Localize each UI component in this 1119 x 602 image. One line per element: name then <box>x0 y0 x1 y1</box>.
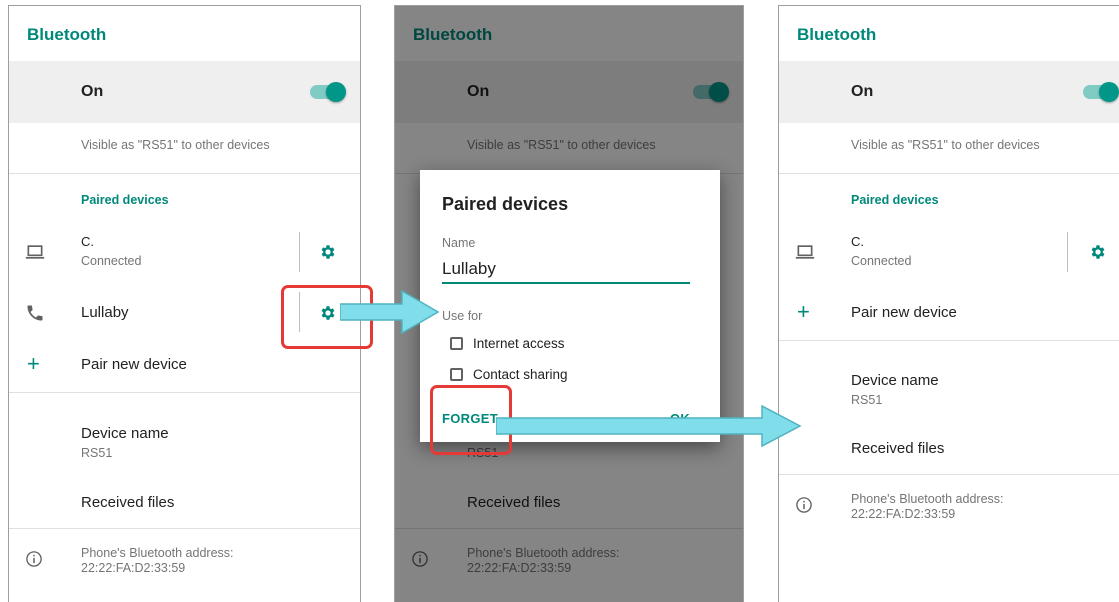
paired-device-row[interactable]: C. Connected <box>9 226 360 278</box>
bluetooth-toggle-row[interactable]: On <box>9 61 360 123</box>
vertical-separator <box>299 232 300 272</box>
device-name-value: RS51 <box>851 393 883 407</box>
divider <box>779 340 1119 341</box>
internet-access-checkbox-row[interactable]: Internet access <box>450 336 565 351</box>
device-name-title: Device name <box>81 425 169 442</box>
phone-icon <box>27 305 43 321</box>
app-bar: Bluetooth <box>9 6 360 61</box>
paired-devices-header: Paired devices <box>851 193 939 207</box>
arrow-right-icon <box>340 289 440 335</box>
visible-as-text: Visible as "RS51" to other devices <box>851 138 1040 152</box>
received-files-row[interactable]: Received files <box>779 424 1119 474</box>
plus-icon: + <box>27 351 40 376</box>
page-title: Bluetooth <box>797 25 877 44</box>
bluetooth-toggle-row[interactable]: On <box>779 61 1119 123</box>
gear-icon[interactable] <box>1089 243 1107 261</box>
pair-new-device-row[interactable]: + Pair new device <box>779 288 1119 338</box>
address-row: Phone's Bluetooth address: 22:22:FA:D2:3… <box>779 482 1119 538</box>
address-value: 22:22:FA:D2:33:59 <box>851 507 956 521</box>
page-title: Bluetooth <box>27 25 107 44</box>
pair-new-device-label: Pair new device <box>81 356 187 373</box>
info-icon <box>796 497 812 513</box>
divider <box>9 392 360 393</box>
received-files-row[interactable]: Received files <box>9 478 360 528</box>
divider <box>9 528 360 529</box>
received-files-label: Received files <box>81 494 175 511</box>
screen-bluetooth-after: Bluetooth On Visible as "RS51" to other … <box>778 5 1119 602</box>
address-value: 22:22:FA:D2:33:59 <box>81 561 186 575</box>
device-name-row[interactable]: Device name RS51 <box>9 411 360 467</box>
divider <box>9 173 360 174</box>
dialog-title: Paired devices <box>442 194 569 214</box>
name-field-label: Name <box>442 236 476 250</box>
arrow-right-icon <box>496 405 802 447</box>
vertical-separator <box>1067 232 1068 272</box>
device-name: Lullaby <box>81 304 129 321</box>
received-files-label: Received files <box>851 440 945 457</box>
gear-icon[interactable] <box>319 243 337 261</box>
screen-bluetooth-dialog: Bluetooth On Visible as "RS51" to other … <box>394 5 744 602</box>
app-bar: Bluetooth <box>779 6 1119 61</box>
device-name-value: RS51 <box>81 446 113 460</box>
address-row: Phone's Bluetooth address: 22:22:FA:D2:3… <box>9 536 360 592</box>
bluetooth-toggle-label: On <box>851 83 874 100</box>
address-label: Phone's Bluetooth address: <box>851 492 1004 506</box>
divider <box>779 173 1119 174</box>
internet-access-checkbox[interactable] <box>450 337 463 350</box>
pair-new-device-label: Pair new device <box>851 304 957 321</box>
contact-sharing-checkbox-row[interactable]: Contact sharing <box>450 367 568 382</box>
device-name-input[interactable] <box>442 256 690 284</box>
divider <box>779 474 1119 475</box>
internet-access-label: Internet access <box>473 336 565 351</box>
paired-devices-header: Paired devices <box>81 193 169 207</box>
use-for-label: Use for <box>442 309 483 323</box>
device-name-row[interactable]: Device name RS51 <box>779 358 1119 414</box>
contact-sharing-checkbox[interactable] <box>450 368 463 381</box>
visible-as-text: Visible as "RS51" to other devices <box>81 138 270 152</box>
bluetooth-switch[interactable] <box>1083 82 1119 102</box>
info-icon <box>26 551 42 567</box>
device-name: C. <box>81 234 94 249</box>
paired-device-row[interactable]: C. Connected <box>779 226 1119 278</box>
device-name: C. <box>851 234 864 249</box>
bluetooth-toggle-label: On <box>81 83 104 100</box>
laptop-icon <box>25 245 45 259</box>
laptop-icon <box>795 245 815 259</box>
bluetooth-switch[interactable] <box>310 82 346 102</box>
device-name-title: Device name <box>851 372 939 389</box>
device-status: Connected <box>81 254 142 268</box>
address-label: Phone's Bluetooth address: <box>81 546 234 560</box>
plus-icon: + <box>797 299 810 324</box>
contact-sharing-label: Contact sharing <box>473 367 568 382</box>
device-status: Connected <box>851 254 912 268</box>
